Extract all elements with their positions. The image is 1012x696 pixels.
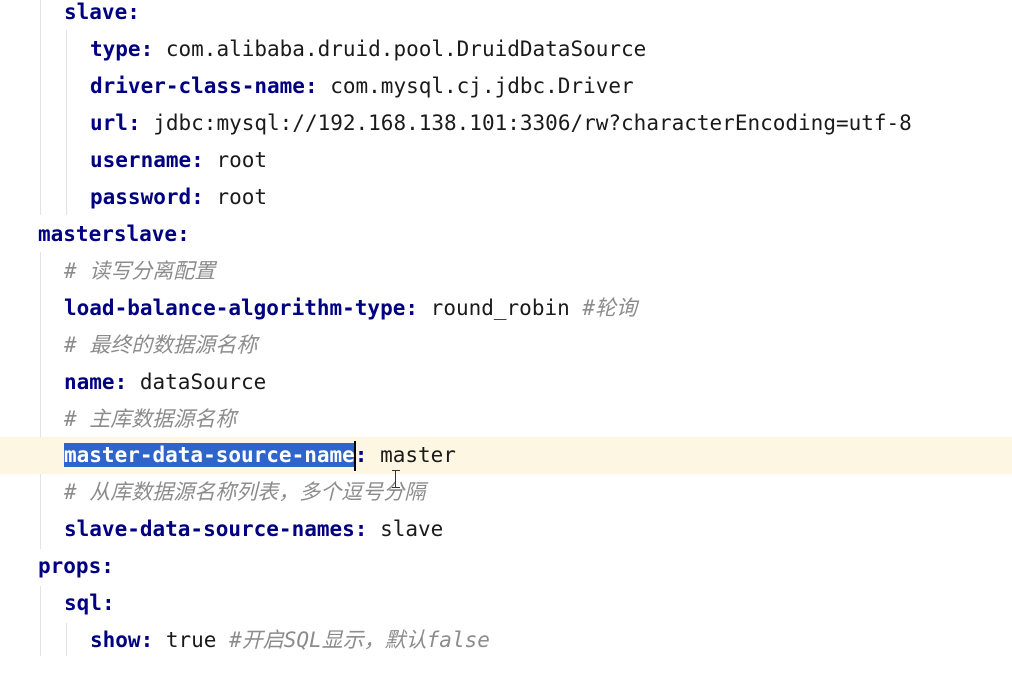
code-line[interactable]: load-balance-algorithm-type: round_robin… bbox=[0, 290, 1012, 327]
yaml-key: name bbox=[64, 370, 115, 394]
current-code-line[interactable]: master-data-source-name: master bbox=[0, 437, 1012, 474]
yaml-value: root bbox=[216, 185, 268, 209]
code-line[interactable]: slave-data-source-names: slave bbox=[0, 511, 1012, 548]
yaml-key: url bbox=[90, 111, 128, 135]
yaml-key: password bbox=[90, 185, 192, 209]
yaml-value: round_robin bbox=[430, 296, 583, 320]
yaml-key: load-balance-algorithm-type bbox=[64, 296, 406, 320]
yaml-value: dataSource bbox=[139, 370, 267, 394]
code-line[interactable]: name: dataSource bbox=[0, 364, 1012, 401]
yaml-comment: #开启SQL显示，默认false bbox=[229, 628, 490, 652]
code-line[interactable]: props: bbox=[0, 548, 1012, 585]
yaml-value: com.mysql.cj.jdbc.Driver bbox=[330, 74, 634, 98]
code-line[interactable]: url: jdbc:mysql://192.168.138.101:3306/r… bbox=[0, 105, 1012, 142]
code-line[interactable]: sql: bbox=[0, 585, 1012, 622]
code-line[interactable]: # 从库数据源名称列表，多个逗号分隔 bbox=[0, 474, 1012, 511]
code-line[interactable]: slave: bbox=[0, 0, 1012, 31]
yaml-key: show bbox=[90, 628, 141, 652]
yaml-key: type bbox=[90, 37, 141, 61]
code-line[interactable]: username: root bbox=[0, 142, 1012, 179]
yaml-value: root bbox=[216, 148, 268, 172]
yaml-comment: # 最终的数据源名称 bbox=[64, 333, 258, 357]
yaml-value: true bbox=[165, 628, 230, 652]
code-line[interactable]: # 最终的数据源名称 bbox=[0, 327, 1012, 364]
yaml-key: username bbox=[90, 148, 192, 172]
yaml-comment: # 主库数据源名称 bbox=[64, 407, 237, 431]
yaml-comment: #轮询 bbox=[582, 296, 638, 320]
code-line[interactable]: type: com.alibaba.druid.pool.DruidDataSo… bbox=[0, 31, 1012, 68]
code-line[interactable]: masterslave: bbox=[0, 216, 1012, 253]
yaml-value: slave bbox=[380, 517, 444, 541]
yaml-key: slave-data-source-names bbox=[64, 517, 355, 541]
selected-text[interactable]: master-data-source-name bbox=[64, 443, 355, 467]
code-line[interactable]: # 读写分离配置 bbox=[0, 253, 1012, 290]
yaml-key: sql bbox=[64, 591, 102, 615]
code-line[interactable]: driver-class-name: com.mysql.cj.jdbc.Dri… bbox=[0, 68, 1012, 105]
code-line[interactable]: show: true #开启SQL显示，默认false bbox=[0, 622, 1012, 659]
code-line[interactable]: password: root bbox=[0, 179, 1012, 216]
yaml-key: masterslave bbox=[38, 222, 178, 246]
yaml-comment: # 读写分离配置 bbox=[64, 259, 216, 283]
yaml-comment: # 从库数据源名称列表，多个逗号分隔 bbox=[64, 480, 426, 504]
code-editor[interactable]: slave: type: com.alibaba.druid.pool.Drui… bbox=[0, 0, 1012, 696]
yaml-value: jdbc:mysql://192.168.138.101:3306/rw?cha… bbox=[153, 111, 912, 135]
yaml-key: props bbox=[38, 554, 102, 578]
yaml-value: com.alibaba.druid.pool.DruidDataSource bbox=[165, 37, 647, 61]
ibeam-cursor-icon bbox=[392, 470, 400, 488]
code-line[interactable]: # 主库数据源名称 bbox=[0, 401, 1012, 438]
yaml-key: slave bbox=[64, 0, 128, 24]
yaml-value: master bbox=[380, 443, 456, 467]
yaml-key: driver-class-name bbox=[90, 74, 305, 98]
